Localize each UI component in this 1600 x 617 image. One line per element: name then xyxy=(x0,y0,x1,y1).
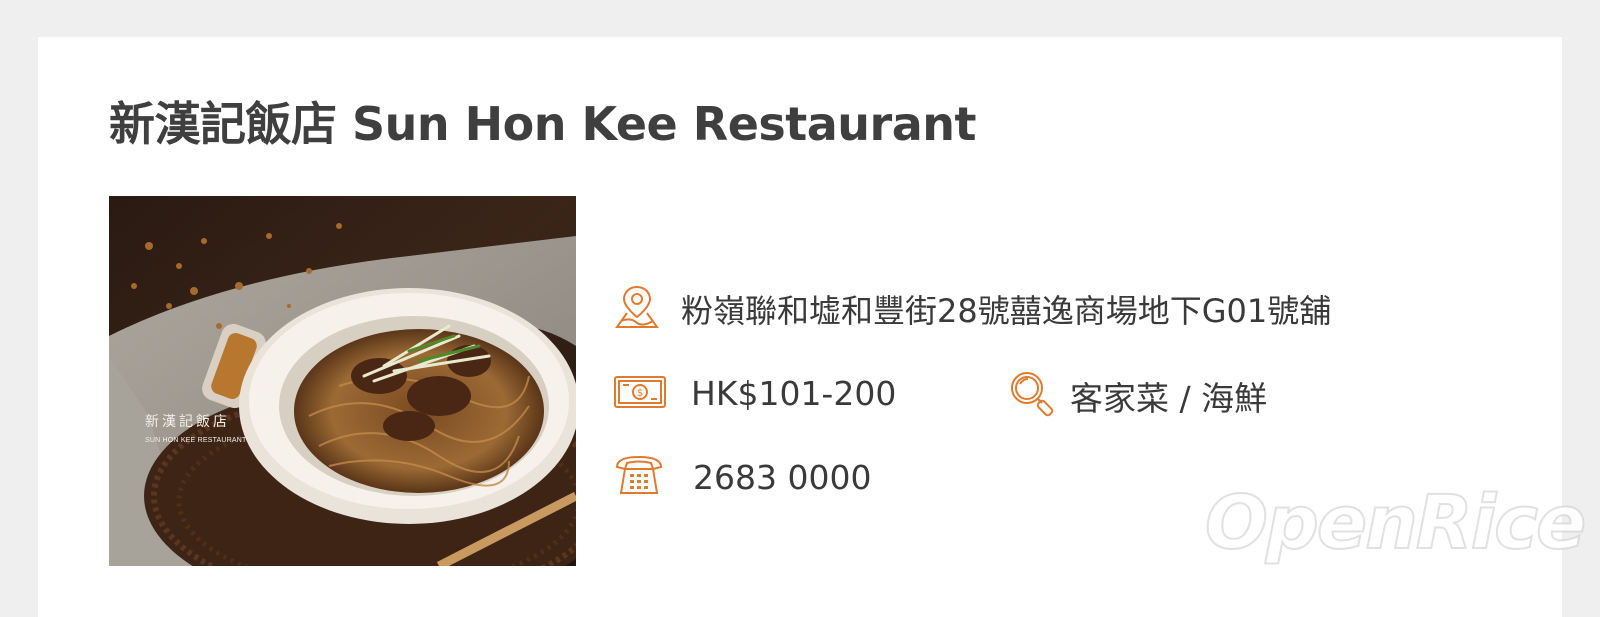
cuisine-text: 客家菜 / 海鮮 xyxy=(1070,379,1268,418)
magnifier-icon xyxy=(1008,369,1058,423)
price-row: $ HK$101-200 xyxy=(613,373,896,413)
photo-caption: 新漢記飯店 SUN HON KEE RESTAURANT xyxy=(145,411,247,444)
phone-row: 2683 0000 xyxy=(613,453,871,501)
phone-number-text: 2683 0000 xyxy=(693,457,872,497)
photo-caption-chinese: 新漢記飯店 xyxy=(145,414,230,430)
price-range-text: HK$101-200 xyxy=(691,373,897,413)
openrice-watermark: OpenRice xyxy=(1204,479,1587,567)
svg-text:$: $ xyxy=(637,388,643,399)
restaurant-title: 新漢記飯店 Sun Hon Kee Restaurant xyxy=(109,97,977,151)
restaurant-photo: 新漢記飯店 SUN HON KEE RESTAURANT xyxy=(109,196,576,566)
address-row: 粉嶺聯和墟和豐街28號囍逸商場地下G01號舖 xyxy=(613,283,1331,335)
map-pin-icon xyxy=(613,283,661,335)
banknote-icon: $ xyxy=(613,373,667,413)
photo-caption-english: SUN HON KEE RESTAURANT xyxy=(145,437,247,444)
telephone-icon xyxy=(613,453,665,501)
address-text: 粉嶺聯和墟和豐街28號囍逸商場地下G01號舖 xyxy=(681,292,1332,330)
dish-illustration xyxy=(109,196,576,566)
cuisine-row: 客家菜 / 海鮮 xyxy=(1008,369,1267,423)
